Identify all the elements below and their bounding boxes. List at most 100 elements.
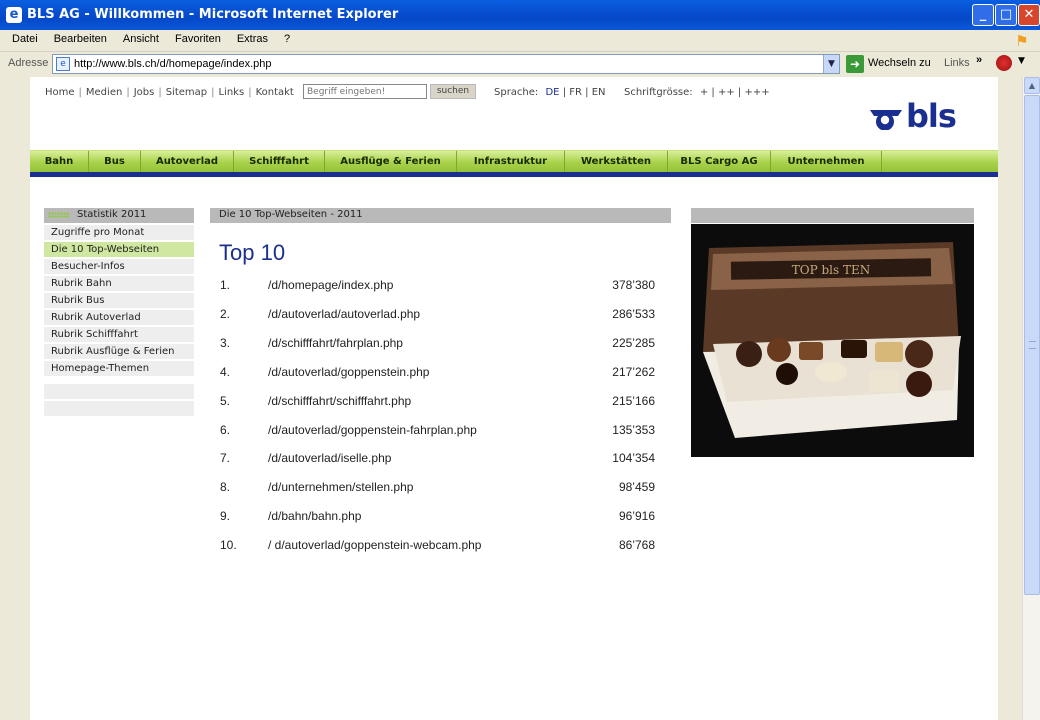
page-title: Top 10 [219,240,286,265]
address-url[interactable]: http://www.bls.ch/d/homepage/index.php [74,58,272,70]
sidebar-item[interactable]: Rubrik Bus [44,293,194,308]
table-row: 6. /d/autoverlad/goppenstein-fahrplan.php… [220,423,660,439]
toplink[interactable]: Jobs [134,87,155,98]
sidebar-item[interactable]: Homepage-Themen [44,361,194,376]
nav-item[interactable]: Bus [89,151,141,173]
row-rank: 3. [220,336,231,350]
menu-item[interactable]: Ansicht [123,33,159,45]
logo-text: bls [906,97,957,135]
sidebar-item[interactable]: Rubrik Schifffahrt [44,327,194,342]
nav-item[interactable]: Schifffahrt [234,151,325,173]
chevron-down-icon[interactable]: ▼ [1018,56,1025,66]
address-dropdown-icon[interactable]: ▼ [823,55,839,73]
links-toolbar[interactable]: Links [944,57,970,69]
toplink[interactable]: Links [218,87,244,98]
search-input[interactable] [303,84,427,99]
sidebar-blank [44,401,194,416]
language-option[interactable]: FR [569,87,582,98]
nav-item[interactable]: Autoverlad [141,151,234,173]
sidebar-item[interactable]: Rubrik Autoverlad [44,310,194,325]
row-path: /d/unternehmen/stellen.php [268,480,414,494]
row-rank: 1. [220,278,231,292]
link-separator: | [126,87,130,98]
go-arrow-icon[interactable]: ➜ [846,55,864,73]
row-path: /d/schifffahrt/fahrplan.php [268,336,403,350]
toolbar-extension-icon[interactable] [996,55,1012,71]
maximize-button[interactable]: □ [995,4,1017,26]
toplink[interactable]: Sitemap [166,87,207,98]
language-option[interactable]: DE [545,87,559,98]
sidebar-item[interactable]: Die 10 Top-Webseiten [44,242,194,257]
vertical-scrollbar[interactable]: ▲ [1022,77,1040,720]
nav-item[interactable]: Bahn [30,151,89,173]
font-size-option[interactable]: ++ [718,87,735,98]
table-row: 1. /d/homepage/index.php 378’380 [220,278,660,294]
font-size-label: Schriftgrösse: [624,87,693,98]
row-hits: 104’354 [612,451,655,465]
go-button[interactable]: Wechseln zu [868,57,931,69]
window-title: BLS AG - Willkommen - Microsoft Internet… [27,7,399,22]
row-path: /d/homepage/index.php [268,278,394,292]
chocolate-box-image[interactable]: TOP bls TEN [691,224,974,457]
table-row: 7. /d/autoverlad/iselle.php 104’354 [220,451,660,467]
nav-item[interactable]: Werkstätten [565,151,668,173]
menu-item[interactable]: Favoriten [175,33,221,45]
sidebar-item[interactable]: Rubrik Bahn [44,276,194,291]
bls-logo[interactable]: bls [868,97,968,135]
scroll-thumb[interactable] [1024,95,1040,595]
minimize-button[interactable]: _ [972,4,994,26]
nav-item[interactable]: Infrastruktur [457,151,565,173]
language-option[interactable]: EN [592,87,606,98]
title-bar: e BLS AG - Willkommen - Microsoft Intern… [0,0,1040,30]
close-button[interactable]: ✕ [1018,4,1040,26]
sidebar-heading[interactable]: Statistik 2011 [44,208,194,223]
page-icon: e [56,57,70,71]
menu-item[interactable]: Bearbeiten [54,33,107,45]
row-hits: 98’459 [618,480,655,494]
sidebar-item[interactable]: Besucher-Infos [44,259,194,274]
fontsize-separator: | [708,87,718,98]
grip-icon [1029,341,1036,349]
lang-separator: | [559,87,570,98]
menu-item[interactable]: Extras [237,33,268,45]
scroll-up-icon[interactable]: ▲ [1024,77,1040,94]
row-rank: 2. [220,307,231,321]
font-size-option[interactable]: + [700,87,708,98]
toplink[interactable]: Medien [86,87,122,98]
row-path: /d/autoverlad/goppenstein.php [268,365,430,379]
language-switcher: Sprache: DE | FR | EN [494,87,606,98]
row-rank: 6. [220,423,231,437]
toplink[interactable]: Kontakt [256,87,294,98]
row-path: /d/bahn/bahn.php [268,509,362,523]
browser-viewport: Home|Medien|Jobs|Sitemap|Links|Kontakt s… [0,77,1040,720]
nav-item[interactable]: Ausflüge & Ferien [325,151,457,173]
fontsize-separator: | [734,87,745,98]
sidebar-blank [44,384,194,399]
link-separator: | [78,87,82,98]
bls-logo-icon [870,110,902,130]
top-links: Home | Medien | Jobs | Sitemap | Links | Kontakt [45,87,294,98]
nav-item[interactable]: BLS Cargo AG [668,151,771,173]
sidebar-item[interactable]: Rubrik Ausflüge & Ferien [44,344,194,359]
chevron-icon[interactable]: » [976,54,982,66]
row-hits: 86’768 [618,538,655,552]
row-path: / d/autoverlad/goppenstein-webcam.php [268,538,482,552]
promo-header-bar [691,208,974,223]
row-hits: 135’353 [612,423,655,437]
menu-item[interactable]: ? [284,33,290,45]
table-row: 9. /d/bahn/bahn.php 96’916 [220,509,660,525]
row-path: /d/autoverlad/autoverlad.php [268,307,421,321]
sidebar-item[interactable]: Zugriffe pro Monat [44,225,194,240]
nav-item[interactable]: Unternehmen [771,151,882,173]
toplink[interactable]: Home [45,87,75,98]
search-button[interactable]: suchen [430,84,476,99]
menu-item[interactable]: Datei [12,33,38,45]
table-row: 5. /d/schifffahrt/schifffahrt.php 215’166 [220,394,660,410]
row-rank: 4. [220,365,231,379]
font-size-option[interactable]: +++ [744,87,769,98]
language-label: Sprache: [494,87,539,98]
row-hits: 378’380 [612,278,655,292]
ie-icon: e [6,7,22,23]
address-input[interactable]: e http://www.bls.ch/d/homepage/index.php… [52,54,840,74]
box-label: TOP bls TEN [792,263,871,277]
